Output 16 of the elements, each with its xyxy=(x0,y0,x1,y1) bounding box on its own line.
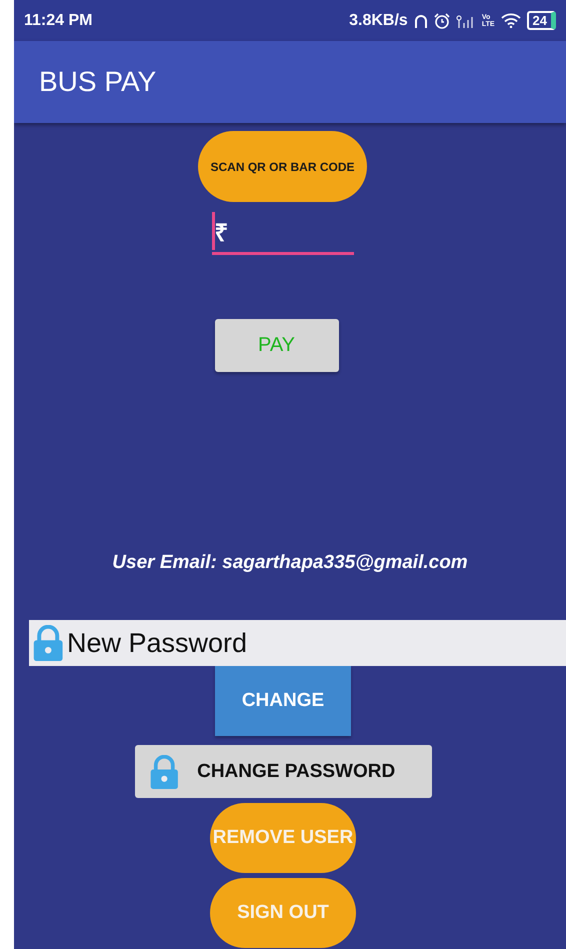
change-button[interactable]: CHANGE xyxy=(215,666,351,736)
lock-icon xyxy=(148,754,180,788)
status-time: 11:24 PM xyxy=(24,12,94,30)
pay-button[interactable]: PAY xyxy=(214,319,338,372)
user-email: User Email: sagarthapa335@gmail.com xyxy=(112,552,468,574)
scan-button[interactable]: SCAN QR OR BAR CODE xyxy=(198,131,367,202)
wifi-icon xyxy=(500,13,521,28)
app-title: BUS PAY xyxy=(39,66,156,98)
battery-indicator: 24 xyxy=(526,11,556,30)
headphones-icon xyxy=(414,12,428,28)
change-password-button[interactable]: CHANGE PASSWORD xyxy=(134,745,432,798)
amount-field[interactable]: ₹ xyxy=(212,210,354,255)
alarm-icon xyxy=(434,12,450,28)
password-field[interactable]: New Password xyxy=(29,620,566,666)
lock-icon xyxy=(32,625,64,661)
network-speed: 3.8KB/s xyxy=(349,12,408,30)
